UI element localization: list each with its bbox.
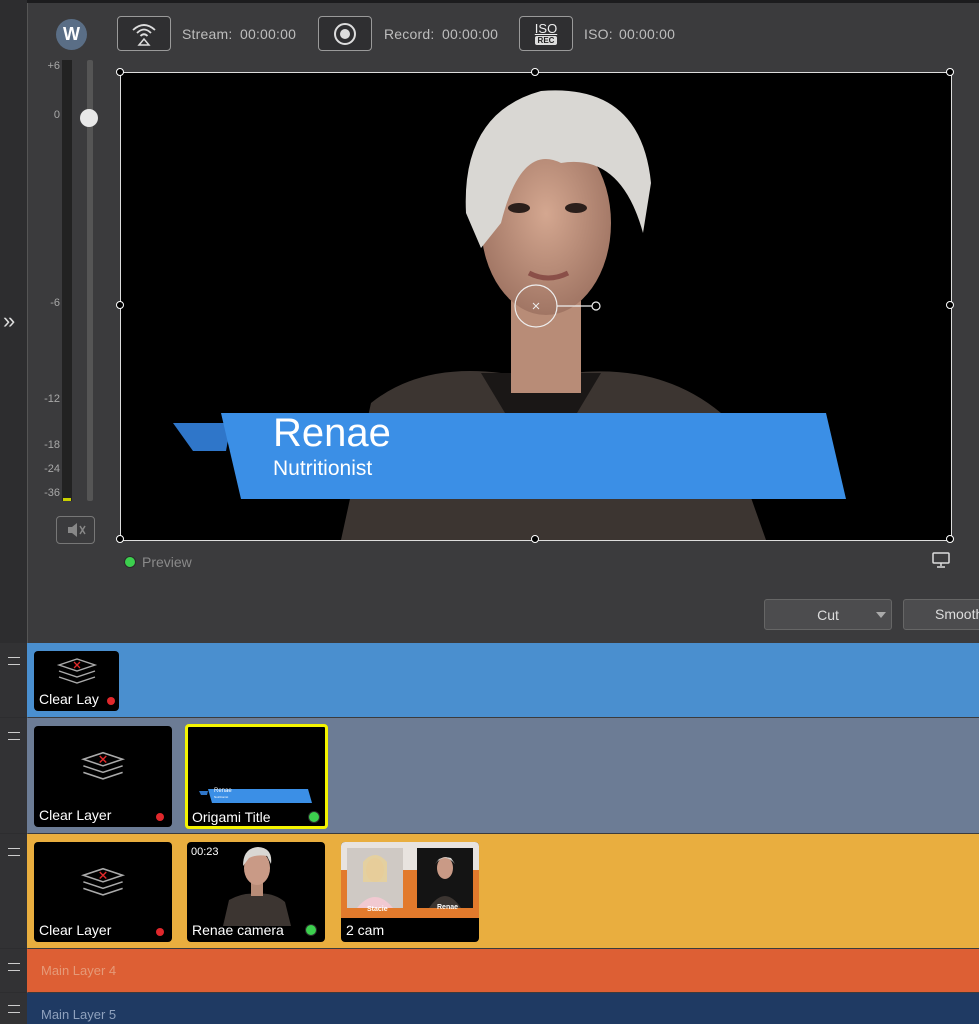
stream-button[interactable] (117, 16, 171, 51)
layer-row-3: Clear Layer 00:23 Renae camera Stacie Re… (0, 834, 979, 948)
preview-label: Preview (142, 554, 192, 570)
resize-handle-left[interactable] (116, 301, 124, 309)
transition-type-value: Cut (817, 606, 839, 623)
two-cam-right-tag: Renae (437, 904, 459, 911)
resize-handle-bottom-right[interactable] (946, 535, 954, 543)
top-border (27, 0, 979, 3)
record-button[interactable] (318, 16, 372, 51)
layer3-renae-camera-thumb[interactable]: 00:23 Renae camera (187, 842, 325, 942)
drag-handle-icon[interactable] (8, 963, 20, 971)
transition-type-select[interactable]: Cut (764, 599, 892, 630)
record-icon (334, 22, 356, 45)
record-time: 00:00:00 (442, 26, 499, 42)
layer-name: Main Layer 5 (41, 1007, 117, 1022)
iso-rec-button[interactable]: ISO REC (519, 16, 573, 51)
resize-handle-top-right[interactable] (946, 68, 954, 76)
layer3-clear-layer-thumb[interactable]: Clear Layer (34, 842, 172, 942)
meter-tick: +6 (47, 60, 60, 72)
expand-panel-icon[interactable]: » (3, 308, 15, 334)
status-dot-green (308, 811, 320, 823)
preview-status-dot (124, 556, 136, 568)
status-dot-red (156, 928, 164, 936)
clear-layer-stack-icon (80, 867, 126, 896)
layer-row-1: Clear Lay (0, 643, 979, 717)
layer2-clear-layer-thumb[interactable]: Clear Layer (34, 726, 172, 827)
drag-handle-icon[interactable] (8, 848, 20, 856)
preview-indicator: Preview (124, 554, 192, 570)
layer-row-4: Main Layer 4 (0, 949, 979, 992)
lower-third-subtitle: Nutritionist (273, 457, 373, 480)
meter-tick: -24 (44, 463, 60, 475)
meter-tick: -18 (44, 439, 60, 451)
resize-handle-bottom[interactable] (531, 535, 539, 543)
iso-time: 00:00:00 (619, 26, 676, 42)
stream-time: 00:00:00 (240, 26, 297, 42)
layer-gutter (0, 643, 27, 717)
iso-label: ISO: (584, 26, 613, 42)
smooth-transition-button[interactable]: Smooth (903, 599, 979, 630)
app-logo: W (56, 19, 87, 50)
two-cam-mini-image (341, 842, 479, 918)
clear-layer-stack-icon (56, 658, 98, 684)
status-dot-green (305, 924, 317, 936)
rec-icon-text: REC (534, 35, 558, 45)
status-dot-red (107, 697, 115, 705)
stream-wifi-icon (132, 23, 156, 46)
thumb-label: Renae camera (192, 922, 284, 938)
thumb-label: Origami Title (192, 809, 271, 825)
volume-fader-knob[interactable] (80, 109, 98, 127)
drag-handle-icon[interactable] (8, 732, 20, 740)
layer3-2cam-thumb[interactable]: Stacie Renae 2 cam (341, 842, 479, 942)
stream-label: Stream: (182, 26, 233, 42)
thumb-label: Clear Lay (39, 691, 99, 707)
audio-meter-scale: +6 0 -6 -12 -18 -24 -36 (30, 60, 60, 500)
drag-handle-icon[interactable] (8, 657, 20, 665)
thumb-label: 2 cam (346, 922, 385, 938)
meter-tick: -12 (44, 393, 60, 405)
layer-row-5: Main Layer 5 (0, 993, 979, 1024)
chevron-down-icon (876, 612, 886, 618)
audio-level-meter (62, 60, 72, 501)
drag-handle-icon[interactable] (8, 1005, 20, 1013)
monitor-icon[interactable] (932, 552, 950, 568)
layer-row-2: Clear Layer Renae Nutritionist Origami T… (0, 718, 979, 833)
origami-mini-name: Renae (214, 788, 232, 794)
smooth-label: Smooth (935, 606, 979, 622)
two-cam-left-tag: Stacie (367, 906, 388, 913)
thumb-label: Clear Layer (39, 922, 112, 938)
status-dot-red (156, 813, 164, 821)
lower-third-name: Renae (273, 411, 391, 455)
resize-handle-right[interactable] (946, 301, 954, 309)
thumb-label: Clear Layer (39, 807, 112, 823)
meter-tick: -36 (44, 487, 60, 499)
record-label: Record: (384, 26, 435, 42)
layer2-origami-title-thumb[interactable]: Renae Nutritionist Origami Title (185, 724, 328, 829)
meter-tick: 0 (53, 109, 60, 121)
resize-handle-bottom-left[interactable] (116, 535, 124, 543)
meter-tick: -6 (50, 297, 60, 309)
resize-handle-top[interactable] (531, 68, 539, 76)
transform-center-handle[interactable] (513, 283, 613, 333)
iso-icon-text: ISO (534, 20, 558, 36)
mute-speaker-icon[interactable] (56, 516, 95, 544)
clear-layer-stack-icon (80, 751, 126, 780)
layer1-clear-layer-thumb[interactable]: Clear Lay (34, 651, 119, 711)
layer-name: Main Layer 4 (41, 963, 117, 978)
origami-mini-sub: Nutritionist (214, 795, 229, 799)
resize-handle-top-left[interactable] (116, 68, 124, 76)
preview-canvas[interactable]: Renae Nutritionist (120, 72, 952, 541)
clip-duration: 00:23 (191, 846, 219, 858)
